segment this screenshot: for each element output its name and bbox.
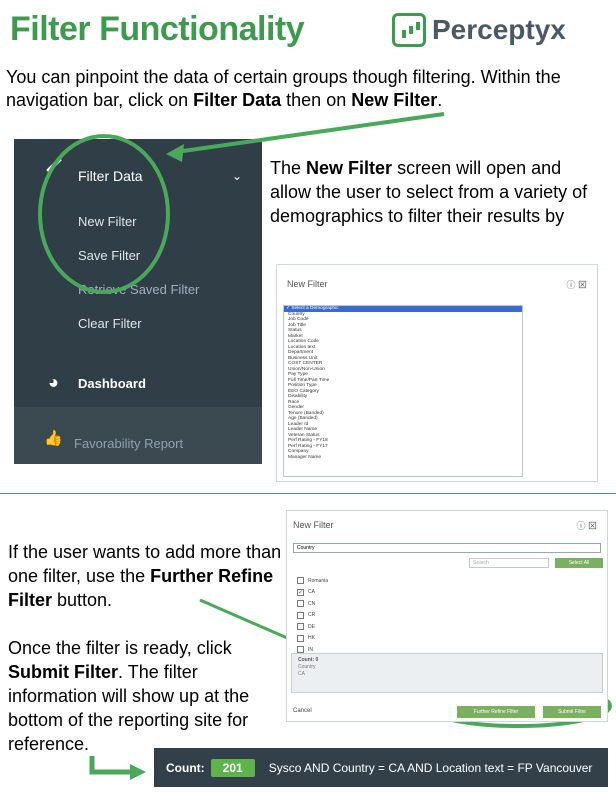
select-all-button[interactable]: Select All <box>555 558 603 568</box>
checkbox[interactable] <box>297 611 304 619</box>
nav-filter-data[interactable]: Filter Data <box>78 168 143 184</box>
checkbox-row[interactable]: CN <box>297 598 328 610</box>
bent-arrow <box>89 756 132 775</box>
desc3-bold: Submit Filter <box>8 662 119 682</box>
demographic-list[interactable]: ✓ Select a Demographic Country Job Code Job… <box>283 305 523 477</box>
checkbox-label: IN <box>308 646 313 653</box>
intro-text: You can pinpoint the data of certain gro… <box>6 66 606 112</box>
intro-bold1: Filter Data <box>193 90 282 110</box>
intro-bold2: New Filter <box>351 90 438 110</box>
help-close-icons[interactable]: ⓘ ⊠ <box>566 278 587 291</box>
logo-text: Perceptyx <box>432 14 566 45</box>
checkbox-label: CN <box>308 600 316 607</box>
nav-favorability-row[interactable]: 👍 Favorability Report <box>14 407 262 464</box>
nav-dashboard[interactable]: Dashboard <box>78 376 146 391</box>
intro-part2: then on <box>281 90 352 110</box>
count-bar-text: Sysco AND Country = CA AND Location text… <box>268 760 593 775</box>
intro-part3: . <box>437 90 443 110</box>
count-line1: Country <box>298 664 316 670</box>
further-refine-filter-button[interactable]: Further Refine Filter <box>457 706 535 718</box>
dashboard-icon: ◕ <box>48 372 59 392</box>
checkbox[interactable] <box>297 600 304 608</box>
submit-filter-button[interactable]: Submit Filter <box>543 706 601 718</box>
search-input[interactable]: Search <box>469 558 549 568</box>
checkbox-label: CA <box>308 589 315 596</box>
checkbox-label: Romania <box>308 577 329 584</box>
count-bar-label: Count: <box>166 760 205 775</box>
desc1-bold: New Filter <box>306 158 393 178</box>
count-badge: 201 <box>210 758 255 777</box>
page-title: Filter Functionality <box>10 10 305 48</box>
filter-screenshot-2: New Filter ⓘ ⊠ Country Search Select All… <box>286 510 608 722</box>
checkbox-list: Romania ✓ CA CN CR DE HK IN <box>297 575 328 656</box>
thumbs-up-icon: 👍 <box>44 430 63 447</box>
nav-clear-filter[interactable]: Clear Filter <box>78 316 142 331</box>
checkbox-row[interactable]: HK <box>297 633 328 645</box>
checkbox-row[interactable]: Romania <box>297 575 328 587</box>
checkbox-label: CR <box>308 612 316 619</box>
new-filter-description: The New Filter screen will open and allo… <box>270 156 602 228</box>
checkbox-row[interactable]: DE <box>297 621 328 633</box>
cancel-button[interactable]: Cancel <box>293 708 312 714</box>
refine-description: If the user wants to add more than one f… <box>8 540 288 612</box>
checkbox-row[interactable]: CR <box>297 610 328 622</box>
checkbox[interactable]: ✓ <box>297 588 304 596</box>
desc3-part1: Once the filter is ready, click <box>8 638 232 658</box>
nav-save-filter[interactable]: Save Filter <box>78 248 140 263</box>
new-filter-screenshot: New Filter ⓘ ⊠ ✓ Select a Demographic Cou… <box>276 264 598 482</box>
demographic-option[interactable]: Manager Name <box>284 455 522 461</box>
count-label: Count: 0 <box>298 657 319 663</box>
checkbox[interactable] <box>297 634 304 642</box>
country-select[interactable]: Country <box>293 543 601 553</box>
desc1-part1: The <box>270 158 307 178</box>
new-filter-title: New Filter <box>287 279 328 289</box>
checkbox-label: HK <box>308 635 315 642</box>
checkbox-row[interactable]: ✓ CA <box>297 587 328 599</box>
chevron-down-icon[interactable]: ⌄ <box>232 169 242 183</box>
navigation-screenshot: Filter Data ⌄ New Filter Save Filter Ret… <box>14 139 262 464</box>
filter-count-box: Count: 0 Country CA <box>291 653 603 693</box>
filter2-title: New Filter <box>293 520 334 530</box>
help-close-icons-2[interactable]: ⓘ ⊠ <box>576 519 597 532</box>
count-line2: CA <box>298 671 305 677</box>
pen-icon <box>46 157 72 183</box>
checkbox-label: DE <box>308 623 315 630</box>
nav-favorability-report[interactable]: Favorability Report <box>74 436 183 451</box>
logo-chat-icon <box>392 13 426 47</box>
nav-retrieve-saved-filter[interactable]: Retrieve Saved Filter <box>78 282 199 297</box>
desc2-part2: button. <box>52 590 113 610</box>
checkbox[interactable] <box>297 577 304 585</box>
nav-new-filter[interactable]: New Filter <box>78 214 137 229</box>
count-bar: Count: 201 Sysco AND Country = CA AND Lo… <box>154 748 608 787</box>
bent-arrow-head <box>130 764 146 780</box>
submit-description: Once the filter is ready, click Submit F… <box>8 636 288 756</box>
checkbox[interactable] <box>297 623 304 631</box>
perceptyx-logo: Perceptyx <box>392 10 602 50</box>
section-divider <box>0 493 616 494</box>
